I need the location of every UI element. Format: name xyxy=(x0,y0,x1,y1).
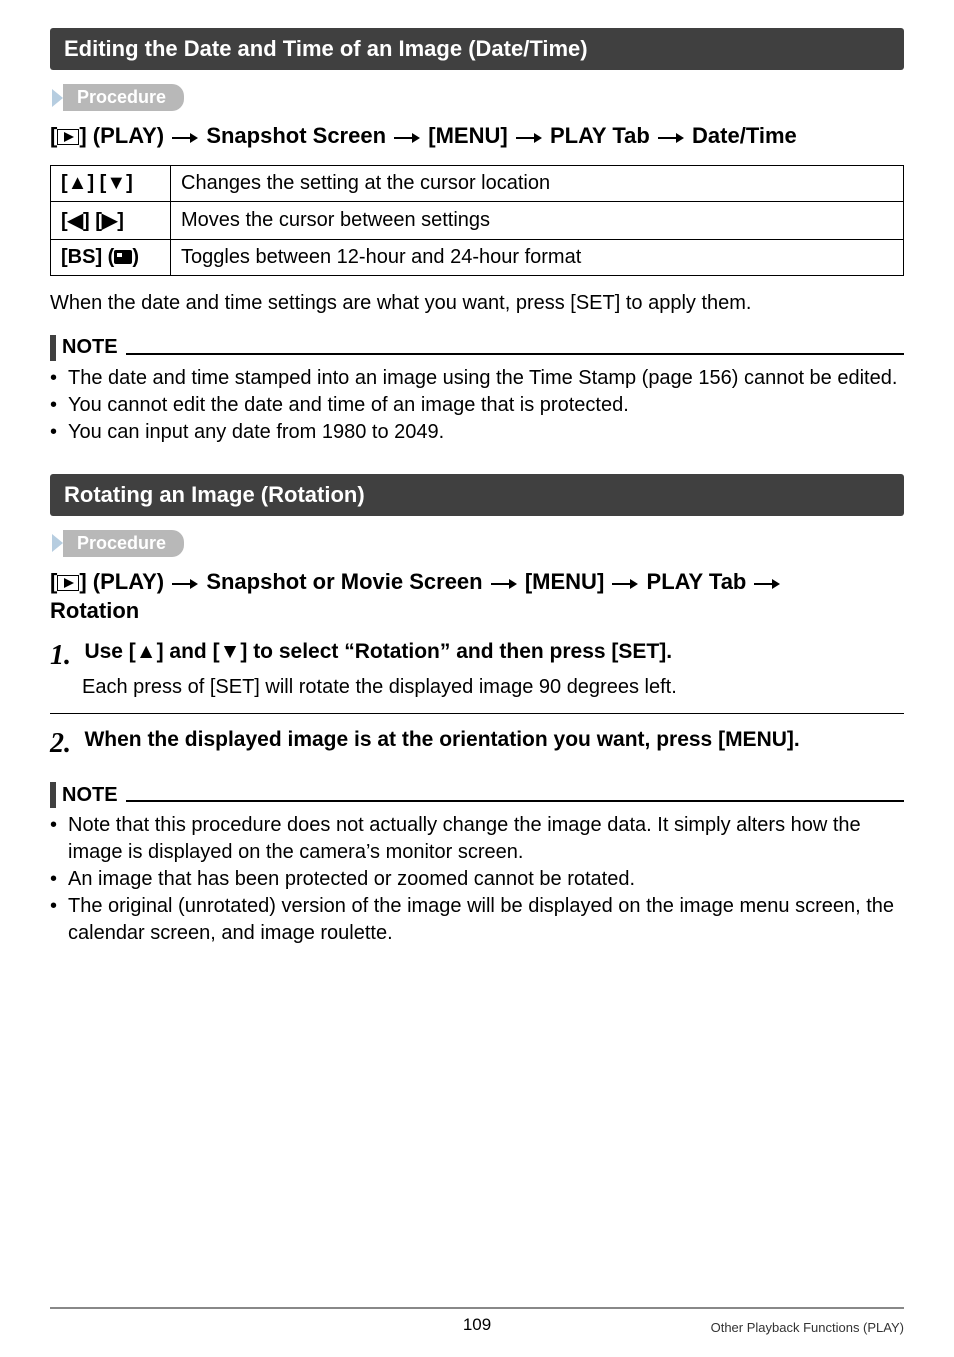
proc-text: [ xyxy=(50,123,57,148)
procedure-heading-1: Procedure xyxy=(50,84,904,111)
proc-text: PLAY Tab xyxy=(550,123,656,148)
note-label: NOTE xyxy=(62,336,118,359)
arrow-right-icon xyxy=(172,578,198,590)
proc-text: Snapshot Screen xyxy=(206,123,392,148)
procedure-arrow-icon xyxy=(52,534,63,552)
arrow-right-icon xyxy=(754,578,780,590)
settings-table: [▲] [▼] Changes the setting at the curso… xyxy=(50,165,904,276)
note-heading-2: NOTE xyxy=(50,782,904,808)
note-heading-1: NOTE xyxy=(50,335,904,361)
proc-text: Rotation xyxy=(50,598,139,623)
step-2: 2. When the displayed image is at the or… xyxy=(50,728,904,760)
note-list-2: Note that this procedure does not actual… xyxy=(50,812,904,947)
table-row: [▲] [▼] Changes the setting at the curso… xyxy=(51,165,904,201)
arrow-right-icon xyxy=(491,578,517,590)
note-bar-icon xyxy=(50,335,56,361)
proc-text: PLAY Tab xyxy=(647,569,753,594)
list-item: The date and time stamped into an image … xyxy=(50,365,904,392)
arrow-right-icon xyxy=(612,578,638,590)
list-item: You can input any date from 1980 to 2049… xyxy=(50,419,904,446)
table-val: Moves the cursor between settings xyxy=(171,201,904,239)
play-icon xyxy=(57,129,79,145)
proc-text: ] (PLAY) xyxy=(79,569,170,594)
note-rule xyxy=(126,353,904,355)
step-separator xyxy=(50,713,904,714)
note-bar-icon xyxy=(50,782,56,808)
step-body: Each press of [SET] will rotate the disp… xyxy=(82,674,904,701)
procedure-label: Procedure xyxy=(63,530,184,557)
table-row: [BS] () Toggles between 12-hour and 24-h… xyxy=(51,239,904,275)
arrow-right-icon xyxy=(516,132,542,144)
bs-key-close: ) xyxy=(132,246,139,268)
bs-key-text: [BS] ( xyxy=(61,246,114,268)
table-val: Toggles between 12-hour and 24-hour form… xyxy=(171,239,904,275)
section-title-1: Editing the Date and Time of an Image (D… xyxy=(50,28,904,70)
procedure-heading-2: Procedure xyxy=(50,530,904,557)
footer-divider xyxy=(50,1307,904,1309)
list-item: The original (unrotated) version of the … xyxy=(50,893,904,947)
step-title: When the displayed image is at the orien… xyxy=(84,728,799,751)
section-title-2: Rotating an Image (Rotation) xyxy=(50,474,904,516)
procedure-path-1: [ ] (PLAY) Snapshot Screen [MENU] PLAY Ta… xyxy=(50,121,904,151)
table-key: [▲] [▼] xyxy=(51,165,171,201)
procedure-arrow-icon xyxy=(52,89,63,107)
proc-text: [ xyxy=(50,569,57,594)
note-rule xyxy=(126,800,904,802)
step-number: 1. xyxy=(50,640,80,672)
play-icon xyxy=(57,575,79,591)
footer-section-label: Other Playback Functions (PLAY) xyxy=(711,1320,904,1335)
procedure-label: Procedure xyxy=(63,84,184,111)
note-label: NOTE xyxy=(62,784,118,807)
proc-text: Date/Time xyxy=(692,123,797,148)
proc-text: [MENU] xyxy=(525,569,611,594)
proc-text: Snapshot or Movie Screen xyxy=(206,569,488,594)
list-item: An image that has been protected or zoom… xyxy=(50,866,904,893)
list-item: You cannot edit the date and time of an … xyxy=(50,392,904,419)
list-item: Note that this procedure does not actual… xyxy=(50,812,904,866)
table-row: [◀] [▶] Moves the cursor between setting… xyxy=(51,201,904,239)
arrow-right-icon xyxy=(394,132,420,144)
proc-text: [MENU] xyxy=(428,123,514,148)
table-key: [BS] () xyxy=(51,239,171,275)
note-list-1: The date and time stamped into an image … xyxy=(50,365,904,446)
table-key: [◀] [▶] xyxy=(51,201,171,239)
table-val: Changes the setting at the cursor locati… xyxy=(171,165,904,201)
step-number: 2. xyxy=(50,728,80,760)
step-title: Use [▲] and [▼] to select “Rotation” and… xyxy=(84,640,672,663)
after-table-text: When the date and time settings are what… xyxy=(50,290,904,317)
scene-icon xyxy=(114,250,132,264)
arrow-right-icon xyxy=(658,132,684,144)
step-1: 1. Use [▲] and [▼] to select “Rotation” … xyxy=(50,640,904,701)
arrow-right-icon xyxy=(172,132,198,144)
proc-text: ] (PLAY) xyxy=(79,123,170,148)
procedure-path-2: [ ] (PLAY) Snapshot or Movie Screen [MENU… xyxy=(50,567,904,626)
